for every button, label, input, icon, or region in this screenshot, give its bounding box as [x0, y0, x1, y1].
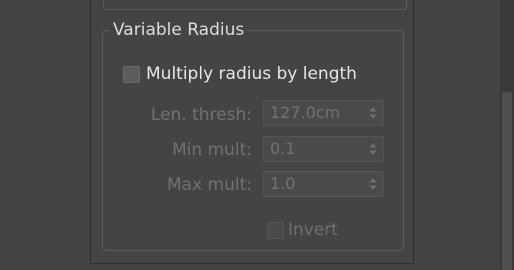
- spinner-arrows-icon[interactable]: [369, 106, 377, 120]
- min-mult-spinner[interactable]: 0.1: [263, 136, 384, 162]
- min-mult-label: Min mult:: [171, 140, 252, 160]
- max-mult-label: Max mult:: [167, 175, 252, 195]
- multiply-radius-checkbox[interactable]: [123, 65, 140, 83]
- scrollbar-thumb[interactable]: [502, 92, 512, 270]
- len-thresh-spinner[interactable]: 127.0cm: [263, 100, 384, 126]
- max-mult-value[interactable]: 1.0: [270, 174, 295, 194]
- multiply-radius-label[interactable]: Multiply radius by length: [146, 63, 357, 85]
- previous-group-border: [103, 0, 407, 10]
- len-thresh-label: Len. thresh:: [150, 105, 252, 125]
- min-mult-value[interactable]: 0.1: [270, 139, 295, 159]
- max-mult-spinner[interactable]: 1.0: [263, 171, 384, 197]
- invert-checkbox-row[interactable]: Invert: [267, 219, 338, 241]
- multiply-radius-checkbox-row[interactable]: Multiply radius by length: [123, 63, 357, 85]
- spinner-arrows-icon[interactable]: [369, 142, 377, 156]
- spinner-arrows-icon[interactable]: [369, 177, 377, 191]
- group-title: Variable Radius: [110, 19, 248, 41]
- len-thresh-value[interactable]: 127.0cm: [270, 103, 340, 123]
- invert-label[interactable]: Invert: [288, 219, 338, 241]
- invert-checkbox[interactable]: [267, 221, 284, 239]
